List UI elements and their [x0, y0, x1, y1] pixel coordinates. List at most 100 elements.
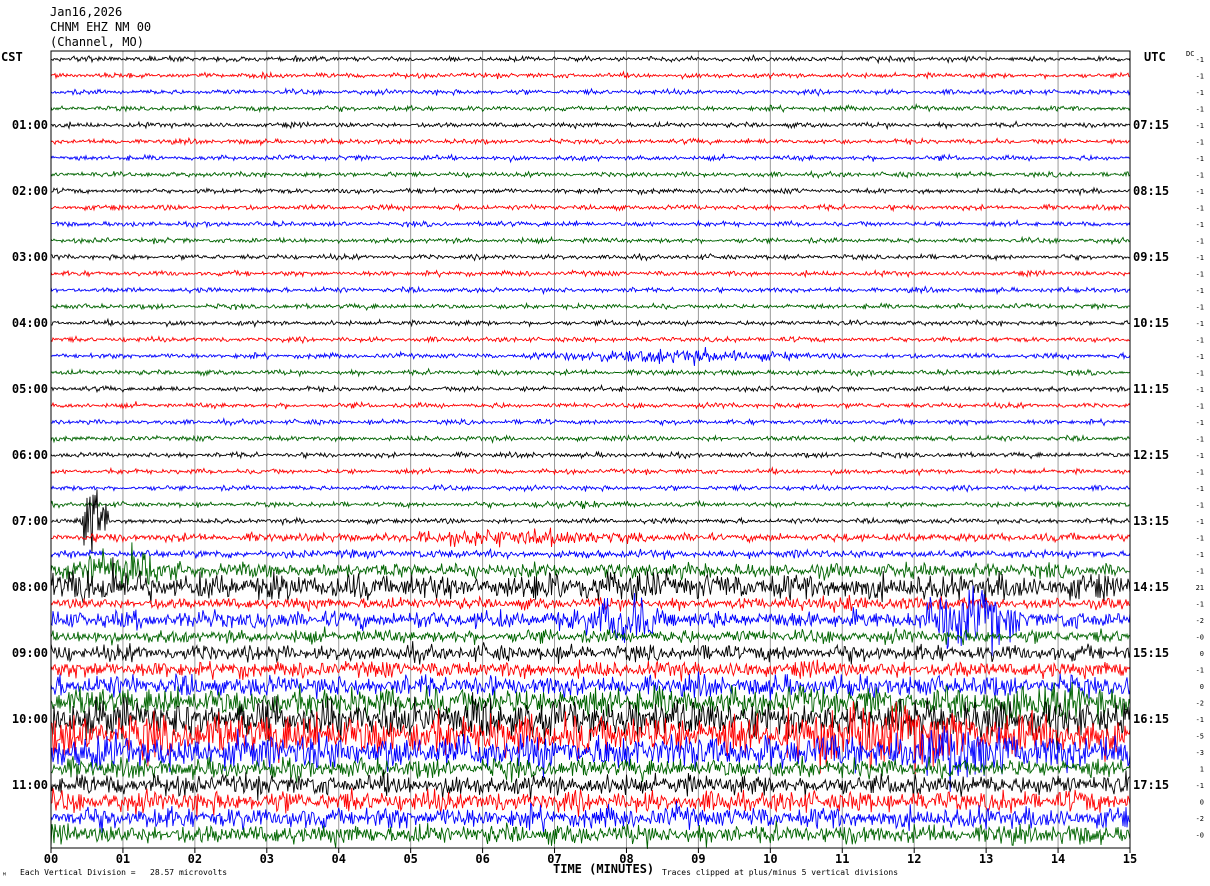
left-time-label-05:00: 05:00	[12, 382, 48, 396]
trace-line-11	[50, 235, 1131, 246]
trace-line-17	[50, 335, 1131, 345]
trace-line-36	[50, 641, 1131, 665]
dc-offset-19: -1	[1196, 370, 1204, 378]
dc-offset-15: -1	[1196, 304, 1204, 312]
trace-line-7	[50, 169, 1131, 179]
left-time-label-07:00: 07:00	[12, 514, 48, 528]
left-time-label-09:00: 09:00	[12, 646, 48, 660]
dc-offset-46: -2	[1196, 815, 1204, 823]
dc-offset-13: -1	[1196, 271, 1204, 279]
trace-line-37	[50, 659, 1131, 682]
x-tick-label-11: 11	[835, 852, 849, 866]
dc-offset-5: -1	[1196, 139, 1204, 147]
trace-line-20	[50, 383, 1131, 394]
left-time-label-02:00: 02:00	[12, 184, 48, 198]
dc-offset-18: -1	[1196, 353, 1204, 361]
dc-offset-36: 0	[1200, 650, 1204, 658]
date-label: Jan16,2026	[50, 5, 123, 19]
trace-line-1	[50, 70, 1131, 81]
trace-line-18	[50, 347, 1131, 367]
trace-line-3	[50, 102, 1131, 114]
x-tick-label-05: 05	[403, 852, 417, 866]
trace-line-12	[50, 252, 1131, 262]
trace-line-45	[50, 787, 1131, 817]
dc-offset-30: -1	[1196, 551, 1204, 559]
x-tick-label-15: 15	[1123, 852, 1137, 866]
left-time-label-06:00: 06:00	[12, 448, 48, 462]
x-tick-label-03: 03	[260, 852, 274, 866]
trace-line-33	[50, 594, 1131, 613]
plot-frame	[50, 50, 1131, 849]
trace-line-16	[50, 317, 1131, 328]
dc-offset-25: -1	[1196, 469, 1204, 477]
dc-offset-16: -1	[1196, 320, 1204, 328]
x-axis-title: TIME (MINUTES)	[553, 862, 655, 876]
trace-line-21	[50, 400, 1131, 410]
dc-offset-12: -1	[1196, 254, 1204, 262]
trace-line-14	[50, 285, 1131, 296]
helicorder-plot: 00 01 02 03 04 05 06 07 08 09 10 11 12 13 14 1501:0002:…	[12, 50, 1204, 866]
trace-line-10	[50, 219, 1131, 229]
corner-mark: ᴹ	[2, 871, 7, 880]
trace-line-5	[50, 136, 1131, 147]
clip-note: Traces clipped at plus/minus 5 vertical …	[662, 868, 899, 877]
dc-offset-14: -1	[1196, 287, 1204, 295]
dc-offset-29: -1	[1196, 535, 1204, 543]
dc-offset-9: -1	[1196, 205, 1204, 213]
scale-note: Each Vertical Division = 28.57 microvolt…	[20, 868, 228, 877]
dc-offset-47: -0	[1196, 832, 1204, 840]
right-timezone-label: UTC	[1144, 50, 1166, 64]
dc-offset-26: -1	[1196, 485, 1204, 493]
dc-offset-22: -1	[1196, 419, 1204, 427]
trace-line-2	[50, 87, 1131, 97]
dc-offset-11: -1	[1196, 238, 1204, 246]
trace-line-4	[50, 120, 1131, 131]
x-tick-label-01: 01	[116, 852, 130, 866]
dc-offset-42: -3	[1196, 749, 1204, 757]
dc-offset-4: -1	[1196, 122, 1204, 130]
dc-offset-1: -1	[1196, 73, 1204, 81]
trace-line-24	[50, 450, 1131, 460]
trace-line-34	[50, 585, 1131, 657]
dc-offset-21: -1	[1196, 403, 1204, 411]
x-tick-label-04: 04	[332, 852, 346, 866]
dc-offset-17: -1	[1196, 337, 1204, 345]
trace-line-19	[50, 367, 1131, 378]
x-tick-label-09: 09	[691, 852, 705, 866]
trace-line-25	[50, 466, 1131, 477]
dc-offset-33: -1	[1196, 601, 1204, 609]
right-time-label-11:15: 11:15	[1133, 382, 1169, 396]
right-time-label-09:15: 09:15	[1133, 250, 1169, 264]
dc-offset-31: -1	[1196, 568, 1204, 576]
left-time-label-04:00: 04:00	[12, 316, 48, 330]
left-time-label-08:00: 08:00	[12, 580, 48, 594]
right-time-label-07:15: 07:15	[1133, 118, 1169, 132]
dc-offset-7: -1	[1196, 172, 1204, 180]
seismic-traces	[50, 53, 1131, 849]
right-time-label-17:15: 17:15	[1133, 778, 1169, 792]
right-time-label-14:15: 14:15	[1133, 580, 1169, 594]
dc-offset-27: -1	[1196, 502, 1204, 510]
right-time-label-08:15: 08:15	[1133, 184, 1169, 198]
dc-offset-24: -1	[1196, 452, 1204, 460]
left-time-label-01:00: 01:00	[12, 118, 48, 132]
trace-line-43	[50, 755, 1131, 783]
dc-offset-44: -1	[1196, 782, 1204, 790]
station-label: CHNM EHZ NM 00	[50, 20, 152, 34]
x-tick-label-10: 10	[763, 852, 777, 866]
x-tick-label-06: 06	[475, 852, 489, 866]
dc-offset-3: -1	[1196, 106, 1204, 114]
dc-offset-2: -1	[1196, 89, 1204, 97]
dc-offset-10: -1	[1196, 221, 1204, 229]
left-time-label-11:00: 11:00	[12, 778, 48, 792]
x-tick-label-13: 13	[979, 852, 993, 866]
dc-offset-37: -1	[1196, 667, 1204, 675]
left-timezone-label: CST	[1, 50, 23, 64]
network-label: (Channel, MO)	[50, 35, 144, 49]
trace-line-27	[50, 499, 1131, 510]
dc-offset-23: -1	[1196, 436, 1204, 444]
dc-offset-0: -1	[1196, 56, 1204, 64]
x-tick-label-12: 12	[907, 852, 921, 866]
dc-offset-45: 0	[1200, 799, 1204, 807]
x-tick-label-02: 02	[188, 852, 202, 866]
